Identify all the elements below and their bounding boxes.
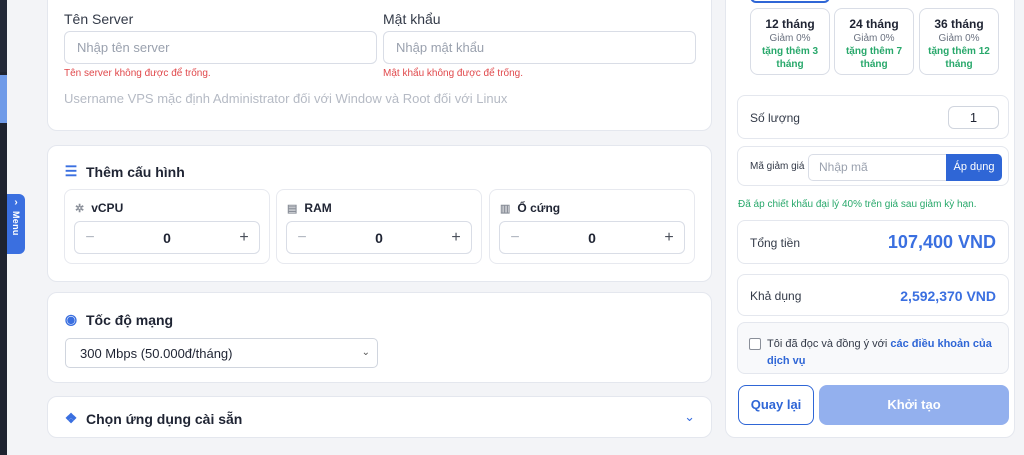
network-title: ◉ Tốc độ mạng <box>64 311 173 328</box>
agree-checkbox[interactable] <box>749 338 761 350</box>
term-bonus: tặng thêm 3 tháng <box>761 46 819 70</box>
balance-value: 2,592,370 VND <box>900 288 996 304</box>
password-error: Mật khẩu không được để trống. <box>383 68 523 79</box>
order-summary-panel: 12 tháng Giảm 0% tặng thêm 3 tháng 24 th… <box>725 0 1015 438</box>
vcpu-spec-box: ✲ vCPU − 0 + <box>64 189 270 264</box>
cpu-icon: ✲ <box>75 202 85 215</box>
vcpu-decrement-button[interactable]: − <box>75 229 105 247</box>
network-title-text: Tốc độ mạng <box>86 311 174 328</box>
term-discount: Giảm 0% <box>938 33 980 44</box>
config-title: ☰ Thêm cấu hình <box>64 163 185 180</box>
ram-title: ▤ RAM <box>287 201 332 215</box>
vcpu-label: vCPU <box>91 201 124 215</box>
server-name-error: Tên server không được để trống. <box>64 68 211 79</box>
server-name-input[interactable]: Nhập tên server <box>64 31 377 64</box>
ram-stepper: − 0 + <box>286 221 472 254</box>
coupon-label: Mã giảm giá <box>750 161 805 172</box>
network-speed-selected: 300 Mbps (50.000đ/tháng) <box>80 345 233 361</box>
disk-decrement-button[interactable]: − <box>500 229 530 247</box>
ram-value[interactable]: 0 <box>317 230 441 246</box>
quantity-row: Số lượng 1 <box>737 95 1009 139</box>
balance-label: Khả dụng <box>750 289 802 303</box>
username-hint: Username VPS mặc định Administrator đối … <box>64 91 508 106</box>
agree-text-prefix: Tôi đã đọc và đồng ý với <box>767 338 891 350</box>
selected-plan-tab[interactable] <box>750 0 830 3</box>
server-info-card: Tên Server Nhập tên server Tên server kh… <box>47 0 712 131</box>
disk-label: Ổ cứng <box>517 201 561 215</box>
vcpu-title: ✲ vCPU <box>75 201 123 215</box>
apps-title-text: Chọn ứng dụng cài sẵn <box>86 410 243 427</box>
ram-decrement-button[interactable]: − <box>287 229 317 247</box>
quantity-input[interactable]: 1 <box>948 106 999 129</box>
term-discount: Giảm 0% <box>853 33 895 44</box>
disk-stepper: − 0 + <box>499 221 685 254</box>
sliders-icon: ☰ <box>64 163 78 179</box>
term-name: 36 tháng <box>934 17 984 31</box>
back-button[interactable]: Quay lại <box>738 385 814 425</box>
term-option-24[interactable]: 24 tháng Giảm 0% tặng thêm 7 tháng <box>834 8 914 75</box>
agree-text: Tôi đã đọc và đồng ý với các điều khoản … <box>767 336 1003 370</box>
coupon-input[interactable]: Nhập mã <box>808 154 946 181</box>
cubes-icon: ❖ <box>64 410 78 426</box>
network-speed-card: ◉ Tốc độ mạng 300 Mbps (50.000đ/tháng) ⌄ <box>47 292 712 383</box>
term-discount: Giảm 0% <box>769 33 811 44</box>
chevron-down-icon[interactable]: ⌄ <box>684 409 695 425</box>
speedometer-icon: ◉ <box>64 311 78 327</box>
quantity-label: Số lượng <box>750 111 800 125</box>
apps-title: ❖ Chọn ứng dụng cài sẵn <box>64 410 243 427</box>
total-label: Tổng tiền <box>750 236 801 250</box>
disk-icon: ▥ <box>500 202 511 215</box>
apply-coupon-button[interactable]: Áp dụng <box>946 154 1002 181</box>
password-label: Mật khẩu <box>383 11 441 27</box>
balance-row: Khả dụng 2,592,370 VND <box>737 274 1009 316</box>
disk-increment-button[interactable]: + <box>654 229 684 247</box>
total-value: 107,400 VND <box>887 232 996 252</box>
term-option-12[interactable]: 12 tháng Giảm 0% tặng thêm 3 tháng <box>750 8 830 75</box>
agency-discount-note: Đã áp chiết khấu đại lý 40% trên giá sau… <box>738 199 977 210</box>
menu-toggle-button[interactable]: › Menu <box>7 194 25 254</box>
sidebar-rail-top <box>0 0 7 72</box>
chevron-right-icon: › <box>14 197 18 208</box>
term-bonus: tặng thêm 7 tháng <box>845 46 903 70</box>
ram-increment-button[interactable]: + <box>441 229 471 247</box>
chevron-down-icon: ⌄ <box>361 347 370 358</box>
term-option-36[interactable]: 36 tháng Giảm 0% tặng thêm 12 tháng <box>919 8 999 75</box>
terms-agreement: Tôi đã đọc và đồng ý với các điều khoản … <box>737 322 1009 374</box>
total-row: Tổng tiền 107,400 VND <box>737 220 1009 264</box>
disk-value[interactable]: 0 <box>530 230 654 246</box>
disk-spec-box: ▥ Ổ cứng − 0 + <box>489 189 695 264</box>
memory-icon: ▤ <box>287 202 298 215</box>
config-title-text: Thêm cấu hình <box>86 163 185 180</box>
ram-label: RAM <box>304 201 332 215</box>
create-button[interactable]: Khởi tạo <box>819 385 1009 425</box>
term-name: 12 tháng <box>765 17 815 31</box>
network-speed-select[interactable]: 300 Mbps (50.000đ/tháng) ⌄ <box>65 338 378 368</box>
disk-title: ▥ Ổ cứng <box>500 201 560 215</box>
menu-toggle-label: Menu <box>11 211 21 236</box>
config-card: ☰ Thêm cấu hình ✲ vCPU − 0 + ▤ RAM − 0 +… <box>47 145 712 282</box>
vcpu-increment-button[interactable]: + <box>229 229 259 247</box>
term-name: 24 tháng <box>849 17 899 31</box>
password-input[interactable]: Nhập mật khẩu <box>383 31 696 64</box>
ram-spec-box: ▤ RAM − 0 + <box>276 189 482 264</box>
app-sidebar-rail <box>0 0 7 455</box>
coupon-row: Mã giảm giá Nhập mã Áp dụng <box>737 146 1009 186</box>
term-bonus: tặng thêm 12 tháng <box>928 46 990 70</box>
server-name-label: Tên Server <box>64 11 134 27</box>
sidebar-rail-active-indicator <box>0 75 7 123</box>
vcpu-stepper: − 0 + <box>74 221 260 254</box>
preinstalled-apps-card[interactable]: ❖ Chọn ứng dụng cài sẵn ⌄ <box>47 396 712 438</box>
vcpu-value[interactable]: 0 <box>105 230 229 246</box>
